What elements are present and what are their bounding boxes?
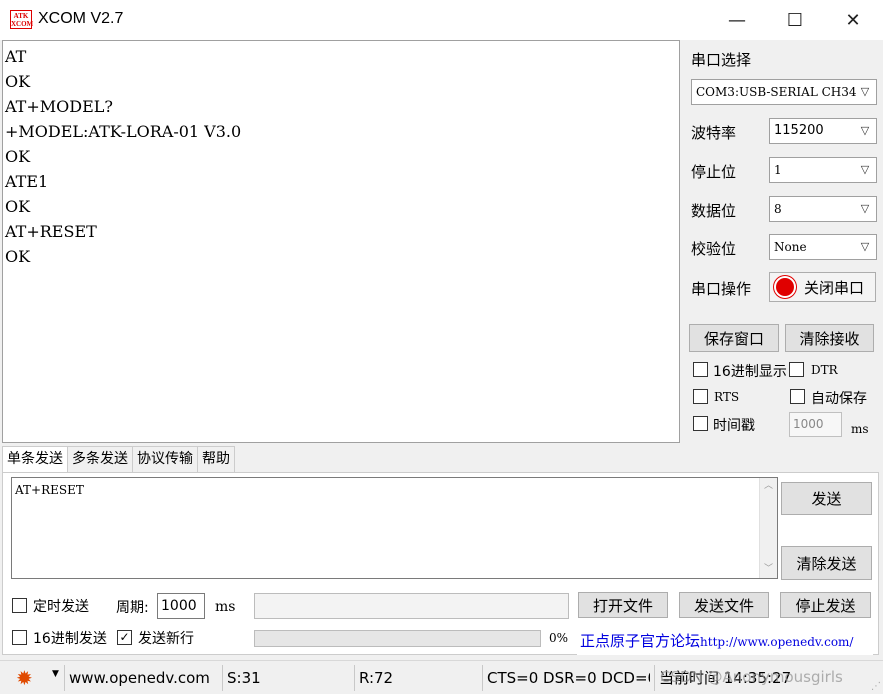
scroll-up-icon[interactable]: ︿ — [760, 478, 777, 495]
window-title: XCOM V2.7 — [38, 10, 124, 27]
stop-send-button[interactable]: 停止发送 — [780, 592, 871, 618]
stop-bits-value: 1 — [774, 163, 782, 177]
timed-send-checkbox[interactable] — [12, 598, 27, 613]
parity-label: 校验位 — [691, 240, 737, 258]
chevron-down-icon: ▽ — [857, 235, 873, 259]
clear-receive-button[interactable]: 清除接收 — [785, 324, 874, 352]
chevron-down-icon: ▽ — [857, 197, 873, 221]
port-select[interactable]: COM3:USB-SERIAL CH340 ▽ — [691, 79, 877, 105]
timestamp-label: 时间戳 — [713, 418, 755, 434]
send-text: AT+RESET — [15, 483, 84, 497]
app-logo: ATK XCOM — [10, 10, 34, 29]
dropdown-caret-icon[interactable]: ▼ — [52, 669, 59, 679]
baud-value: 115200 — [774, 123, 824, 138]
stop-bits-select[interactable]: 1 ▽ — [769, 157, 877, 183]
chevron-down-icon: ▽ — [857, 158, 873, 182]
receive-line: OK — [5, 197, 31, 216]
resize-grip-icon[interactable]: ⋰ — [871, 681, 881, 692]
receive-area[interactable]: AT OK AT+MODEL? +MODEL:ATK-LORA-01 V3.0 … — [2, 40, 680, 443]
send-newline-label: 发送新行 — [138, 631, 194, 647]
send-input[interactable]: AT+RESET ︿ ﹀ — [11, 477, 778, 579]
send-progress-text: 0% — [549, 631, 569, 645]
tab-single-send[interactable]: 单条发送 — [2, 446, 68, 473]
rts-label: RTS — [714, 390, 740, 404]
auto-save-label: 自动保存 — [811, 391, 867, 407]
close-port-label: 关闭串口 — [804, 278, 865, 297]
close-button[interactable]: ✕ — [824, 0, 882, 40]
receive-line: AT+MODEL? — [5, 97, 113, 116]
period-unit: ms — [215, 599, 236, 615]
dtr-checkbox[interactable] — [789, 362, 804, 377]
status-line-states: CTS=0 DSR=0 DCD=0 — [482, 665, 650, 691]
hex-display-label: 16进制显示 — [713, 364, 787, 380]
hex-send-checkbox[interactable] — [12, 630, 27, 645]
hex-display-checkbox[interactable] — [693, 362, 708, 377]
send-tabs: 单条发送 多条发送 协议传输 帮助 — [2, 446, 235, 473]
maximize-button[interactable]: ☐ — [766, 0, 824, 40]
watermark: CSDN @Anonymousgirls — [660, 668, 843, 686]
tab-protocol[interactable]: 协议传输 — [132, 446, 198, 472]
receive-line: AT+RESET — [5, 222, 97, 241]
port-select-value: COM3:USB-SERIAL CH340 — [696, 85, 865, 99]
receive-line: +MODEL:ATK-LORA-01 V3.0 — [5, 122, 242, 141]
chevron-down-icon: ▽ — [857, 80, 873, 104]
forum-link-url: http://www.openedv.com/ — [700, 635, 854, 649]
forum-link[interactable]: 正点原子官方论坛http://www.openedv.com/ — [577, 627, 873, 655]
send-newline-checkbox[interactable]: ✓ — [117, 630, 132, 645]
dtr-label: DTR — [811, 363, 838, 377]
receive-line: AT — [5, 47, 27, 66]
auto-save-checkbox[interactable] — [790, 389, 805, 404]
status-url[interactable]: www.openedv.com — [64, 665, 216, 691]
timed-send-label: 定时发送 — [33, 599, 89, 615]
tab-multi-send[interactable]: 多条发送 — [67, 446, 133, 472]
gear-icon[interactable]: ✹ — [16, 666, 33, 690]
clear-send-button[interactable]: 清除发送 — [781, 546, 872, 580]
receive-line: OK — [5, 72, 31, 91]
data-bits-select[interactable]: 8 ▽ — [769, 196, 877, 222]
port-status-icon — [776, 278, 794, 296]
open-file-button[interactable]: 打开文件 — [578, 592, 668, 618]
tab-help[interactable]: 帮助 — [197, 446, 235, 472]
timestamp-unit: ms — [851, 422, 869, 436]
timestamp-checkbox[interactable] — [693, 416, 708, 431]
close-port-button[interactable]: 关闭串口 — [769, 272, 876, 302]
stop-bits-label: 停止位 — [691, 163, 737, 181]
data-bits-value: 8 — [774, 202, 782, 216]
port-operation-label: 串口操作 — [691, 280, 752, 298]
data-bits-label: 数据位 — [691, 202, 737, 220]
period-input[interactable]: 1000 — [157, 593, 205, 619]
send-button[interactable]: 发送 — [781, 482, 872, 515]
minimize-button[interactable]: — — [708, 0, 766, 40]
chevron-down-icon: ▽ — [857, 119, 873, 143]
receive-line: OK — [5, 247, 31, 266]
receive-line: OK — [5, 147, 31, 166]
status-sent-count: S:31 — [222, 665, 348, 691]
scroll-down-icon[interactable]: ﹀ — [760, 561, 777, 578]
send-progress-bar — [254, 630, 541, 647]
send-scrollbar[interactable]: ︿ ﹀ — [759, 478, 777, 578]
save-window-button[interactable]: 保存窗口 — [689, 324, 779, 352]
timestamp-interval-input[interactable]: 1000 — [789, 412, 842, 437]
rts-checkbox[interactable] — [693, 389, 708, 404]
port-select-label: 串口选择 — [691, 51, 752, 69]
status-received-count: R:72 — [354, 665, 480, 691]
hex-send-label: 16进制发送 — [33, 631, 107, 647]
title-bar: ATK XCOM XCOM V2.7 — ☐ ✕ — [0, 0, 883, 40]
period-label: 周期: — [116, 600, 149, 616]
receive-line: ATE1 — [5, 172, 49, 191]
send-file-button[interactable]: 发送文件 — [679, 592, 769, 618]
parity-select[interactable]: None ▽ — [769, 234, 877, 260]
file-path-field[interactable] — [254, 593, 569, 619]
parity-value: None — [774, 240, 807, 254]
baud-select[interactable]: 115200 ▽ — [769, 118, 877, 144]
baud-label: 波特率 — [691, 124, 737, 142]
forum-link-text: 正点原子官方论坛 — [580, 632, 701, 650]
